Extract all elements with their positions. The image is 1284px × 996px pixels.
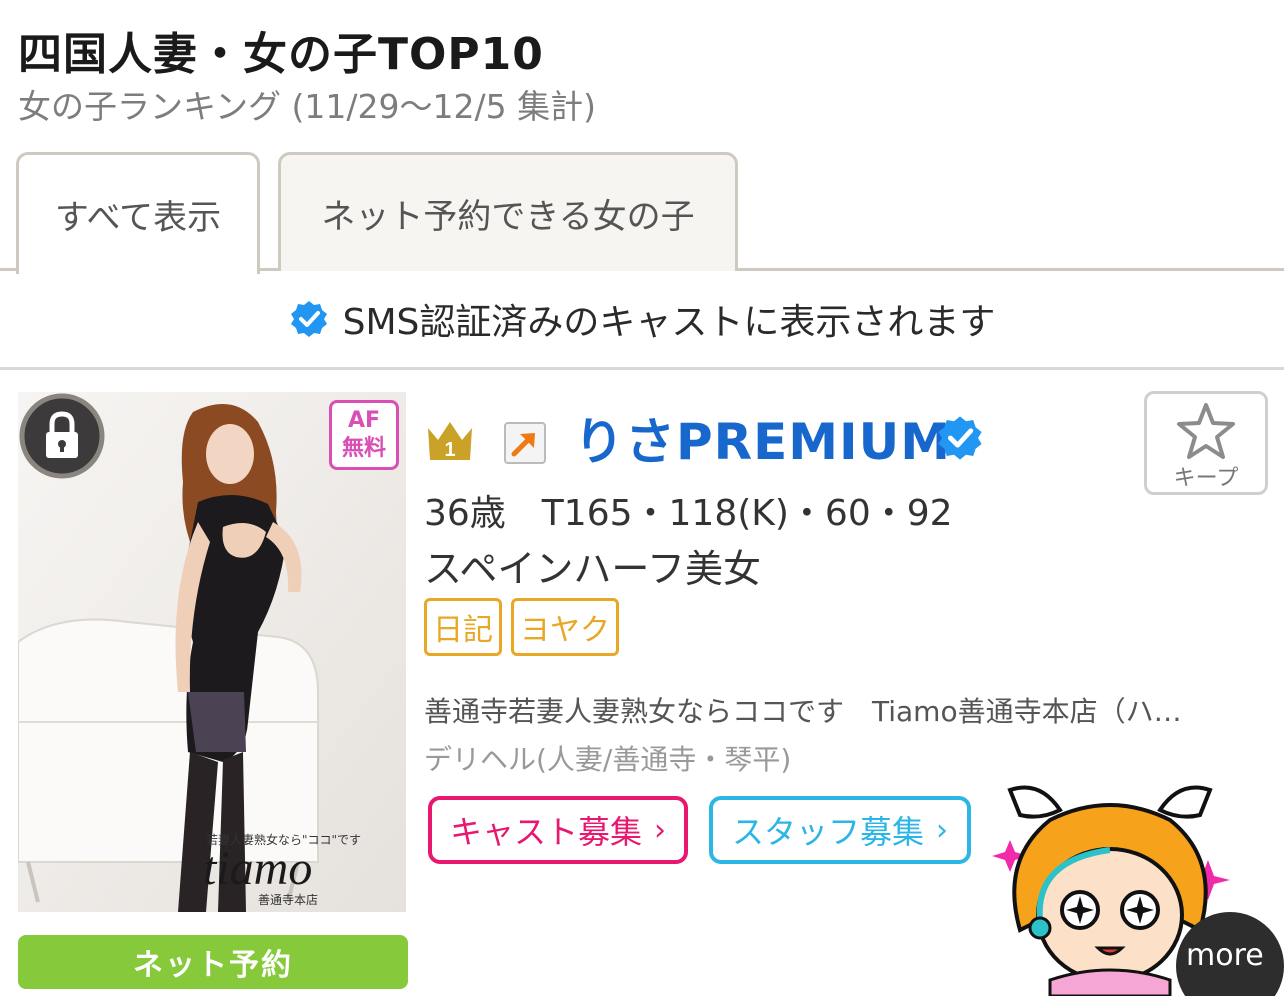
shop-category: デリヘル(人妻/善通寺・琴平) — [424, 743, 792, 776]
af-badge-line1: AF — [347, 408, 381, 433]
verified-check-icon — [290, 300, 327, 337]
chevron-right-icon: › — [654, 812, 666, 848]
rank-up-arrow-icon — [504, 422, 546, 464]
sms-verified-note: SMS認証済みのキャストに表示されます — [0, 270, 1284, 370]
verified-check-icon — [938, 416, 982, 460]
staff-recruit-label: スタッフ募集 — [731, 813, 924, 851]
star-icon — [1177, 403, 1235, 459]
lock-icon — [19, 393, 105, 479]
net-reserve-button[interactable]: ネット予約 — [18, 935, 408, 989]
keep-button[interactable]: キープ — [1144, 391, 1268, 495]
photo-caption-logo: tiamo — [203, 842, 312, 895]
rank-number: 1 — [444, 439, 455, 461]
cast-name[interactable]: りさPREMIUM — [574, 402, 951, 474]
cast-specs: 36歳 T165・118(K)・60・92 — [424, 493, 953, 534]
crown-icon: 1 — [428, 422, 472, 461]
cast-catchphrase: スペインハーフ美女 — [424, 547, 762, 591]
chevron-right-icon: › — [936, 812, 948, 848]
af-badge-line2: 無料 — [341, 436, 386, 461]
tab-net-reservation[interactable]: ネット予約できる女の子 — [278, 152, 738, 271]
af-free-badge: AF 無料 — [329, 400, 399, 470]
tag-reservation[interactable]: ヨヤク — [511, 598, 619, 656]
ranking-period: 女の子ランキング (11/29〜12/5 集計) — [18, 87, 596, 126]
cast-recruit-button[interactable]: キャスト募集 › — [428, 796, 688, 864]
tab-show-all[interactable]: すべて表示 — [16, 152, 260, 274]
staff-recruit-button[interactable]: スタッフ募集 › — [709, 796, 971, 864]
keep-label: キープ — [1173, 466, 1239, 491]
tag-diary[interactable]: 日記 — [424, 598, 502, 656]
shop-name[interactable]: 善通寺若妻人妻熟女ならココです Tiamo善通寺本店（ハ… — [424, 690, 1244, 730]
sms-note-text: SMS認証済みのキャストに表示されます — [342, 301, 996, 343]
cast-recruit-label: キャスト募集 — [449, 813, 642, 851]
page-title: 四国人妻・女の子TOP10 — [18, 29, 544, 80]
photo-caption-bottom: 善通寺本店 — [258, 892, 318, 907]
